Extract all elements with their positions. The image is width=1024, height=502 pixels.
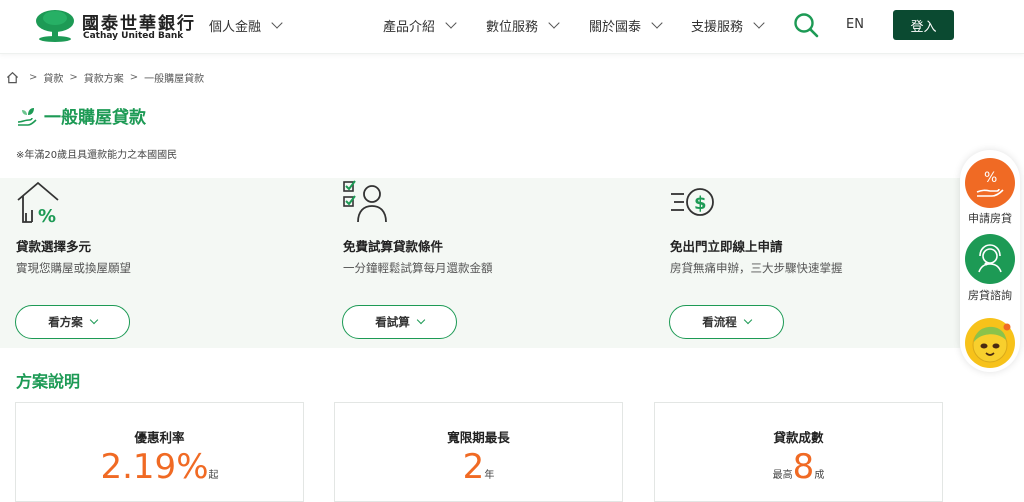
language-switch[interactable]: EN bbox=[846, 17, 864, 32]
chevron-down-icon bbox=[548, 17, 560, 29]
svg-text:$: $ bbox=[694, 193, 707, 214]
brand-name-en: Cathay United Bank bbox=[83, 31, 184, 41]
view-process-button[interactable]: 看流程 bbox=[669, 305, 784, 339]
breadcrumb-loan-plans[interactable]: 貸款方案 bbox=[84, 70, 124, 85]
chevron-down-icon bbox=[416, 315, 425, 325]
stat-number: 2 bbox=[462, 447, 485, 487]
feature-title: 免出門立即線上申請 bbox=[670, 239, 783, 254]
stat-value: 最高8成 bbox=[655, 447, 942, 487]
login-button[interactable]: 登入 bbox=[893, 10, 954, 40]
button-label: 看試算 bbox=[375, 315, 410, 329]
stat-suffix: 起 bbox=[208, 470, 219, 481]
breadcrumb-separator: > bbox=[129, 72, 139, 83]
stat-suffix: 成 bbox=[814, 470, 825, 481]
apply-mortgage-label[interactable]: 申請房貸 bbox=[960, 210, 1020, 226]
mortgage-consult-button[interactable] bbox=[965, 234, 1015, 284]
nav-about-label: 關於國泰 bbox=[589, 20, 642, 35]
chevron-down-icon bbox=[89, 315, 98, 325]
top-header: 國泰世華銀行 Cathay United Bank 個人金融 產品介紹 數位服務… bbox=[0, 0, 1024, 54]
apply-mortgage-button[interactable]: % bbox=[965, 158, 1015, 208]
mortgage-consult-label[interactable]: 房貸諮詢 bbox=[960, 287, 1020, 303]
stat-number: 2.19% bbox=[100, 447, 209, 487]
button-label: 看方案 bbox=[48, 315, 83, 329]
view-calculator-button[interactable]: 看試算 bbox=[342, 305, 457, 339]
stat-number: 8 bbox=[792, 447, 815, 487]
feature-desc: 房貸無痛申辦，三大步驟快速掌握 bbox=[670, 261, 843, 275]
chevron-down-icon bbox=[445, 17, 457, 29]
stat-card-rate: 優惠利率 2.19%起 bbox=[15, 402, 304, 502]
bank-logo[interactable]: 國泰世華銀行 Cathay United Bank bbox=[34, 9, 194, 43]
breadcrumb-loans[interactable]: 貸款 bbox=[43, 70, 63, 85]
nav-digital-label: 數位服務 bbox=[486, 20, 539, 35]
view-plans-button[interactable]: 看方案 bbox=[15, 305, 130, 339]
headset-agent-icon bbox=[978, 244, 1002, 273]
nav-support[interactable]: 支援服務 bbox=[691, 16, 765, 35]
feature-title: 免費試算貸款條件 bbox=[343, 239, 444, 254]
stat-label: 寬限期最長 bbox=[447, 430, 510, 445]
search-icon[interactable] bbox=[793, 12, 819, 38]
stat-prefix: 最高 bbox=[772, 470, 793, 481]
eligibility-note: ※年滿20歲且具還款能力之本國國民 bbox=[16, 150, 178, 161]
stat-card-grace-period: 寬限期最長 2年 bbox=[334, 402, 623, 502]
stat-label: 貸款成數 bbox=[773, 430, 824, 445]
stat-value: 2年 bbox=[335, 447, 622, 487]
hand-percent-icon: % bbox=[976, 170, 1004, 197]
chevron-down-icon bbox=[271, 17, 283, 29]
feature-card-options: % 貸款選擇多元 實現您購屋或換屋願望 看方案 bbox=[15, 178, 316, 348]
button-label: 看流程 bbox=[702, 315, 737, 329]
nav-about[interactable]: 關於國泰 bbox=[589, 16, 663, 35]
feature-desc: 一分鐘輕鬆試算每月還款金額 bbox=[343, 261, 493, 275]
svg-text:%: % bbox=[38, 206, 56, 224]
feature-card-online-apply: $ 免出門立即線上申請 房貸無痛申辦，三大步驟快速掌握 看流程 bbox=[669, 178, 970, 348]
home-icon[interactable] bbox=[6, 71, 19, 84]
stat-card-loan-ratio: 貸款成數 最高8成 bbox=[654, 402, 943, 502]
house-percent-icon: % bbox=[17, 181, 59, 224]
tree-logo-icon bbox=[36, 10, 74, 42]
nav-personal-banking[interactable]: 個人金融 bbox=[209, 16, 283, 35]
nav-digital-services[interactable]: 數位服務 bbox=[486, 16, 560, 35]
chatbot-mascot-button[interactable] bbox=[965, 318, 1015, 368]
breadcrumb: > 貸款 > 貸款方案 > 一般購屋貸款 bbox=[6, 70, 204, 85]
breadcrumb-current: 一般購屋貸款 bbox=[144, 74, 205, 85]
fast-dollar-icon: $ bbox=[671, 188, 714, 216]
chatbot-mascot-icon bbox=[972, 323, 1011, 363]
feature-card-calculator: 免費試算貸款條件 一分鐘輕鬆試算每月還款金額 看試算 bbox=[342, 178, 643, 348]
stat-value: 2.19%起 bbox=[16, 447, 303, 487]
chevron-down-icon bbox=[651, 17, 663, 29]
chevron-down-icon bbox=[753, 17, 765, 29]
floating-sidebar: % 申請房貸 房貸諮詢 bbox=[960, 150, 1020, 372]
stat-suffix: 年 bbox=[484, 470, 495, 481]
nav-products-label: 產品介紹 bbox=[383, 20, 436, 35]
page-title-row: 一般購屋貸款 bbox=[16, 103, 146, 128]
feature-desc: 實現您購屋或換屋願望 bbox=[16, 261, 131, 275]
chevron-down-icon bbox=[743, 315, 752, 325]
breadcrumb-separator: > bbox=[29, 72, 38, 83]
nav-products[interactable]: 產品介紹 bbox=[383, 16, 457, 35]
checklist-person-icon bbox=[343, 180, 387, 223]
page-title: 一般購屋貸款 bbox=[44, 108, 146, 128]
feature-title: 貸款選擇多元 bbox=[16, 239, 92, 254]
plans-section-title: 方案說明 bbox=[16, 372, 81, 391]
nav-support-label: 支援服務 bbox=[691, 20, 744, 35]
stat-label: 優惠利率 bbox=[134, 430, 185, 445]
svg-text:%: % bbox=[984, 170, 997, 186]
nav-personal-label: 個人金融 bbox=[209, 20, 262, 35]
breadcrumb-separator: > bbox=[69, 72, 78, 83]
hand-sprout-icon bbox=[17, 107, 37, 126]
